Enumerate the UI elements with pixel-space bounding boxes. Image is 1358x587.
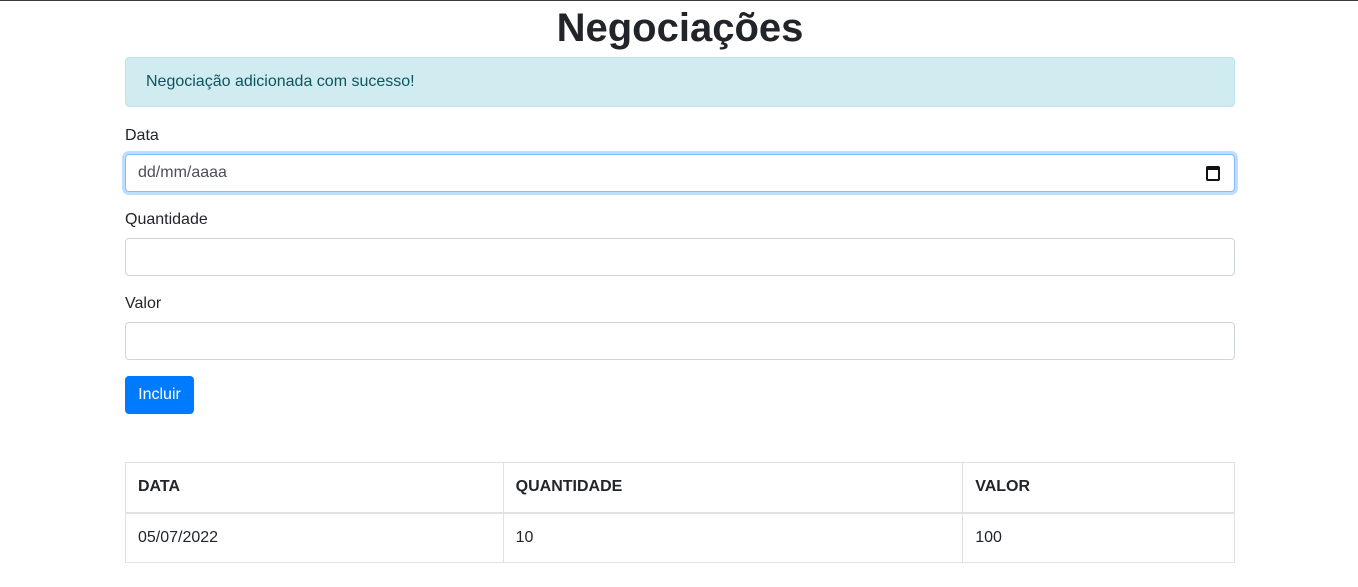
quantidade-input[interactable] [125,238,1235,276]
quantidade-label: Quantidade [125,211,208,228]
data-label: Data [125,127,159,144]
valor-input[interactable] [125,322,1235,360]
form-group-data: Data dd/mm/aaaa [125,126,1235,192]
form-group-valor: Valor [125,294,1235,360]
cell-quantidade: 10 [502,512,964,563]
alert-message: Negociação adicionada com sucesso! [146,73,415,90]
success-alert: Negociação adicionada com sucesso! [125,57,1235,107]
cell-valor: 100 [962,512,1235,563]
header-data: DATA [125,462,504,514]
table-body: 05/07/2022 10 100 [125,512,1235,563]
table-header: DATA QUANTIDADE VALOR [125,462,1235,514]
main-container: Negociações Negociação adicionada com su… [125,0,1235,563]
valor-label: Valor [125,295,162,312]
negociacao-form: Data dd/mm/aaaa Quantidade Valor Incluir [125,126,1235,414]
calendar-icon[interactable] [1206,166,1220,181]
table-header-row: DATA QUANTIDADE VALOR [125,462,1235,514]
negociacoes-table: DATA QUANTIDADE VALOR 05/07/2022 10 100 [125,462,1235,563]
table-row: 05/07/2022 10 100 [125,512,1235,563]
page-title: Negociações [556,6,804,50]
cell-data: 05/07/2022 [125,512,504,563]
incluir-button[interactable]: Incluir [125,376,194,414]
data-input-placeholder: dd/mm/aaaa [138,164,227,181]
form-group-quantidade: Quantidade [125,210,1235,276]
header-valor: VALOR [962,462,1235,514]
data-input[interactable]: dd/mm/aaaa [125,154,1235,192]
header-quantidade: QUANTIDADE [502,462,964,514]
